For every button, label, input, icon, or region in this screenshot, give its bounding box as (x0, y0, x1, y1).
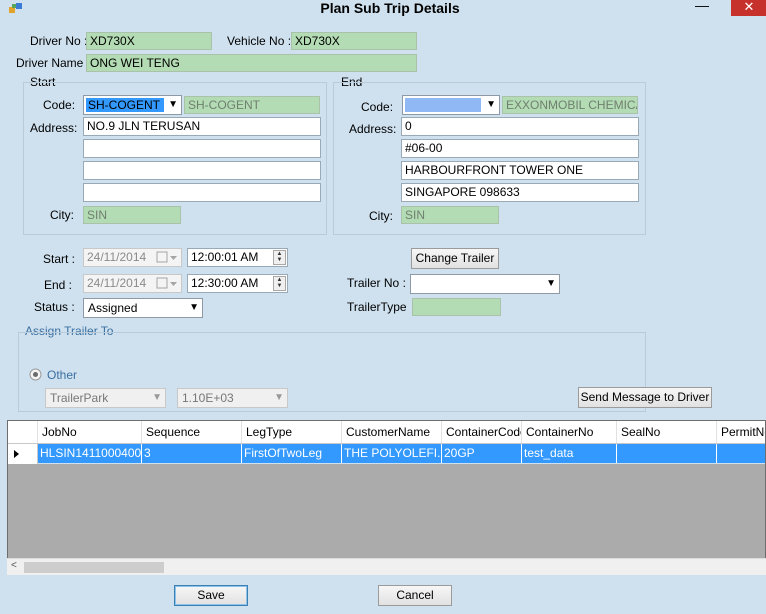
driver-no-label: Driver No : (30, 34, 88, 48)
start-code-name: SH-COGENT (184, 96, 320, 114)
start-time-picker[interactable]: 12:00:01 AM ▲ ▼ (187, 248, 288, 267)
end-address-label: Address: (349, 122, 397, 136)
park-number-selected: 1.10E+03 (182, 391, 234, 405)
driver-name-field[interactable]: ONG WEI TENG (86, 54, 417, 72)
start-code-selected: SH-COGENT (86, 98, 164, 112)
column-header[interactable]: PermitNo (717, 421, 765, 443)
end-address-line2[interactable]: #06-00 (401, 139, 639, 158)
scroll-left-icon[interactable]: < (11, 560, 17, 571)
table-cell[interactable] (717, 444, 765, 463)
status-selected: Assigned (88, 301, 138, 315)
end-date-value: 24/11/2014 (87, 276, 147, 290)
table-cell[interactable]: 20GP (442, 444, 522, 463)
status-select[interactable]: Assigned ▼ (83, 298, 203, 318)
end-code-selected (405, 98, 481, 112)
trailer-park-select[interactable]: TrailerPark ▼ (45, 388, 166, 408)
chevron-down-icon: ▼ (168, 99, 178, 110)
window-title: Plan Sub Trip Details (320, 0, 460, 16)
end-datetime-label: End : (44, 278, 73, 292)
end-time-value: 12:30:00 AM (191, 276, 259, 290)
table-cell[interactable] (617, 444, 717, 463)
chevron-down-icon: ▼ (546, 278, 556, 289)
other-radio-label: Other (47, 368, 78, 382)
trips-grid[interactable]: JobNo Sequence LegType CustomerName Cont… (7, 420, 766, 575)
change-trailer-button[interactable]: Change Trailer (411, 248, 499, 269)
current-row-arrow-icon (14, 450, 19, 458)
close-button[interactable]: ✕ (731, 0, 766, 16)
start-code-label: Code: (43, 98, 76, 112)
table-cell[interactable]: FirstOfTwoLeg (242, 444, 342, 463)
end-code-name: EXXONMOBIL CHEMICAL A (502, 96, 638, 114)
status-label: Status : (34, 300, 75, 314)
end-city-field: SIN (401, 206, 499, 224)
start-code-select[interactable]: SH-COGENT ▼ (83, 95, 182, 115)
grid-horizontal-scrollbar[interactable]: < (7, 558, 766, 575)
driver-no-field[interactable]: XD730X (86, 32, 212, 50)
cancel-button[interactable]: Cancel (378, 585, 452, 606)
trailer-no-label: Trailer No : (347, 276, 406, 290)
scrollbar-thumb[interactable] (24, 562, 164, 573)
chevron-down-icon: ▼ (152, 392, 162, 403)
column-header[interactable]: JobNo (38, 421, 142, 443)
other-radio[interactable] (29, 368, 42, 381)
calendar-icon (156, 277, 177, 289)
start-date-value: 24/11/2014 (87, 250, 147, 264)
column-header[interactable]: SealNo (617, 421, 717, 443)
start-address-line4[interactable] (83, 183, 321, 202)
column-header[interactable]: ContainerNo (522, 421, 617, 443)
start-datetime-label: Start : (43, 252, 76, 266)
start-address-line2[interactable] (83, 139, 321, 158)
column-header[interactable]: CustomerName (342, 421, 442, 443)
column-header[interactable]: ContainerCode (442, 421, 522, 443)
chevron-down-icon: ▼ (189, 302, 199, 313)
start-address-line1[interactable]: NO.9 JLN TERUSAN (83, 117, 321, 136)
end-code-select[interactable]: ▼ (402, 95, 500, 115)
trailer-type-field (412, 298, 501, 316)
chevron-down-icon: ▼ (486, 99, 496, 110)
save-button[interactable]: Save (174, 585, 248, 606)
grid-corner (8, 421, 38, 443)
trailer-no-select[interactable]: ▼ (410, 274, 560, 294)
minimize-button[interactable]: — (688, 0, 716, 16)
row-header[interactable] (8, 444, 38, 464)
trailer-type-label: TrailerType (347, 300, 407, 314)
time-spinner-icon[interactable]: ▲ ▼ (273, 250, 286, 265)
park-number-select[interactable]: 1.10E+03 ▼ (177, 388, 288, 408)
end-address-line1[interactable]: 0 (401, 117, 639, 136)
driver-name-label: Driver Name : (16, 56, 91, 70)
end-address-line3[interactable]: HARBOURFRONT TOWER ONE (401, 161, 639, 180)
start-time-value: 12:00:01 AM (191, 250, 259, 264)
vehicle-no-field[interactable]: XD730X (291, 32, 417, 50)
send-message-button[interactable]: Send Message to Driver (578, 387, 712, 408)
table-cell[interactable]: HLSIN1411000400 (38, 444, 142, 463)
end-date-picker[interactable]: 24/11/2014 (83, 274, 182, 293)
start-city-label: City: (50, 208, 74, 222)
start-city-field: SIN (83, 206, 181, 224)
table-cell[interactable]: test_data (522, 444, 617, 463)
calendar-icon (156, 251, 177, 263)
end-code-label: Code: (361, 100, 394, 114)
end-city-label: City: (369, 209, 393, 223)
start-date-picker[interactable]: 24/11/2014 (83, 248, 182, 267)
column-header[interactable]: LegType (242, 421, 342, 443)
end-time-picker[interactable]: 12:30:00 AM ▲ ▼ (187, 274, 288, 293)
table-cell[interactable]: THE POLYOLEFI... (342, 444, 442, 463)
table-row[interactable]: HLSIN1411000400 3 FirstOfTwoLeg THE POLY… (8, 444, 765, 464)
chevron-down-icon: ▼ (274, 392, 284, 403)
trailer-no-selected (413, 277, 417, 291)
end-address-line4[interactable]: SINGAPORE 098633 (401, 183, 639, 202)
trailer-park-selected: TrailerPark (50, 391, 109, 405)
time-spinner-icon[interactable]: ▲ ▼ (273, 276, 286, 291)
start-address-label: Address: (30, 121, 78, 135)
table-cell[interactable]: 3 (142, 444, 242, 463)
grid-header: JobNo Sequence LegType CustomerName Cont… (8, 421, 765, 444)
vehicle-no-label: Vehicle No : (227, 34, 292, 48)
column-header[interactable]: Sequence (142, 421, 242, 443)
start-address-line3[interactable] (83, 161, 321, 180)
